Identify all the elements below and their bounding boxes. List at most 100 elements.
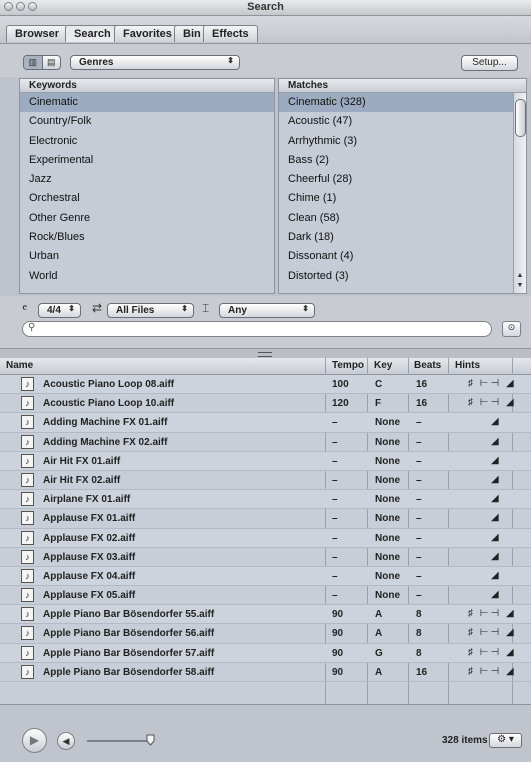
play-button[interactable]: ▶ [22,728,47,753]
cell-tempo: – [332,474,338,486]
cell-tempo: – [332,570,338,582]
table-row[interactable]: ♪ Acoustic Piano Loop 08.aiff 100 C 16 ♯ ⊢⊣ ◢ [0,375,531,395]
cell-tempo: – [332,551,338,563]
table-row[interactable]: ♪ Applause FX 03.aiff – None – ◢ [0,548,531,567]
setup-button[interactable]: Setup... [461,55,518,71]
match-item[interactable]: Acoustic (47) [279,112,513,131]
matches-list: Cinematic (328) Acoustic (47) Arrhythmic… [279,93,513,286]
column-view-icon[interactable]: ▥ [24,56,43,69]
column-header-tempo[interactable]: Tempo [332,360,364,371]
cell-name: Apple Piano Bar Bösendorfer 57.aiff [43,647,215,659]
match-item[interactable]: Cinematic (328) [279,93,513,113]
time-signature-select[interactable]: 4/4 ⬍ [38,303,81,318]
table-row[interactable]: ♪ Air Hit FX 01.aiff – None – ◢ [0,451,531,471]
table-row[interactable]: ♪ Apple Piano Bar Bösendorfer 56.aiff 90 A 8… [0,624,531,644]
match-item[interactable]: Dissonant (4) [279,247,513,266]
tab-search[interactable]: Search [65,25,120,42]
match-item[interactable]: Distorted (3) [279,267,513,286]
keywords-header: Keywords [20,79,274,93]
table-row[interactable]: ♪ Air Hit FX 02.aiff – None – ◢ [0,471,531,491]
match-item[interactable]: Cheerful (28) [279,170,513,189]
matches-panel: Matches Cinematic (328) Acoustic (47) Ar… [278,78,527,294]
column-header-hints[interactable]: Hints [455,360,480,371]
audio-file-icon: ♪ [21,415,34,430]
scrollbar-thumb[interactable] [515,99,526,137]
table-row[interactable]: ♪ Applause FX 01.aiff – None – ◢ [0,509,531,529]
table-row[interactable]: ♪ Adding Machine FX 02.aiff – None – ◢ [0,433,531,452]
reset-search-button[interactable]: ⊙ [502,321,521,337]
keyword-item[interactable]: Electronic [20,132,274,151]
audio-file-icon: ♪ [21,511,34,526]
cell-name: Airplane FX 01.aiff [43,494,131,506]
cell-key: None [375,551,400,563]
tab-effects[interactable]: Effects [203,25,258,42]
cell-key: None [375,532,400,544]
keyword-item[interactable]: World [20,267,274,286]
search-input[interactable] [41,323,481,335]
table-row[interactable]: ♪ Apple Piano Bar Bösendorfer 58.aiff 90 A 1… [0,663,531,682]
keyword-item[interactable]: Orchestral [20,189,274,208]
popup-arrows-icon: ⬍ [181,304,188,313]
column-header-beats[interactable]: Beats [414,360,441,371]
table-header: Name Tempo Key Beats Hints [0,358,531,375]
cell-tempo: 90 [332,647,344,659]
loop-hints-icons: ♯ ⊢⊣ ◢ [468,665,516,677]
table-row[interactable]: ♪ Adding Machine FX 01.aiff – None – ◢ [0,413,531,433]
match-item[interactable]: Clean (58) [279,209,513,228]
cell-beats: 8 [416,647,422,659]
keyword-item[interactable]: Experimental [20,151,274,170]
cell-tempo: – [332,455,338,467]
column-header-name[interactable]: Name [6,360,33,371]
keyword-item[interactable]: Rock/Blues [20,228,274,247]
match-item[interactable]: Arrhythmic (3) [279,132,513,151]
keyword-item[interactable]: Country/Folk [20,112,274,131]
file-type-select[interactable]: All Files ⬍ [107,303,194,318]
cell-beats: 8 [416,628,422,640]
keyword-item[interactable]: Urban [20,247,274,266]
volume-slider[interactable] [87,740,149,742]
table-row[interactable]: ♪ Applause FX 02.aiff – None – ◢ [0,528,531,548]
table-row[interactable]: ♪ Apple Piano Bar Bösendorfer 57.aiff 90 G 8… [0,643,531,663]
cell-name: Air Hit FX 01.aiff [43,455,121,467]
tab-browser[interactable]: Browser [6,25,69,42]
key-select[interactable]: Any ⬍ [219,303,315,318]
scroll-down-icon[interactable]: ▼ [514,282,526,292]
search-toolbar: ▥ ▤ Genres ⬍ Setup... [0,44,531,77]
match-item[interactable]: Bass (2) [279,151,513,170]
table-row[interactable]: ♪ Applause FX 05.aiff – None – ◢ [0,586,531,606]
list-view-icon[interactable]: ▤ [43,56,61,69]
cell-tempo: – [332,436,338,448]
search-field[interactable]: ⚲ [22,321,492,337]
splitter-grip-icon[interactable] [258,352,272,357]
match-item[interactable]: Chime (1) [279,189,513,208]
action-menu-button[interactable]: ⚙ ▾ [489,733,522,748]
table-row[interactable]: ♪ Airplane FX 01.aiff – None – ◢ [0,490,531,510]
volume-slider-knob[interactable] [146,734,155,746]
volume-button[interactable]: ◀ [57,732,75,750]
audio-file-icon: ♪ [21,492,34,507]
matches-scrollbar[interactable]: ▲ ▼ [513,93,526,293]
cell-key: A [375,628,383,640]
cell-name: Adding Machine FX 01.aiff [43,417,168,429]
keyword-item[interactable]: Jazz [20,170,274,189]
cell-name: Apple Piano Bar Bösendorfer 58.aiff [43,666,215,678]
cell-tempo: 100 [332,379,349,390]
cell-beats: 16 [416,398,428,410]
keywords-panel: Keywords Cinematic Country/Folk Electron… [19,78,275,294]
filter-bar: 𝄴 4/4 ⬍ ⇄ All Files ⬍ ⌶ Any ⬍ ⚲ ⊙ [0,296,531,348]
tab-favorites[interactable]: Favorites [114,25,181,42]
keyword-item[interactable]: Cinematic [20,93,274,113]
table-row[interactable]: ♪ Apple Piano Bar Bösendorfer 55.aiff 90 A 8… [0,605,531,625]
audio-hint-icon: ◢ [491,416,501,428]
match-item[interactable]: Dark (18) [279,228,513,247]
keyword-item[interactable]: Other Genre [20,209,274,228]
table-row[interactable]: ♪ Acoustic Piano Loop 10.aiff 120 F 16 ♯ ⊢⊣ ◢ [0,394,531,414]
cell-beats: – [416,417,422,429]
view-mode-toggle[interactable]: ▥ ▤ [23,55,61,70]
column-header-key[interactable]: Key [374,360,392,371]
filter-mode-select[interactable]: Genres ⬍ [70,55,240,70]
table-row[interactable]: ♪ Applause FX 04.aiff – None – ◢ [0,566,531,587]
audio-file-icon: ♪ [21,377,34,391]
cell-tempo: – [332,532,338,544]
scroll-up-icon[interactable]: ▲ [514,272,526,282]
